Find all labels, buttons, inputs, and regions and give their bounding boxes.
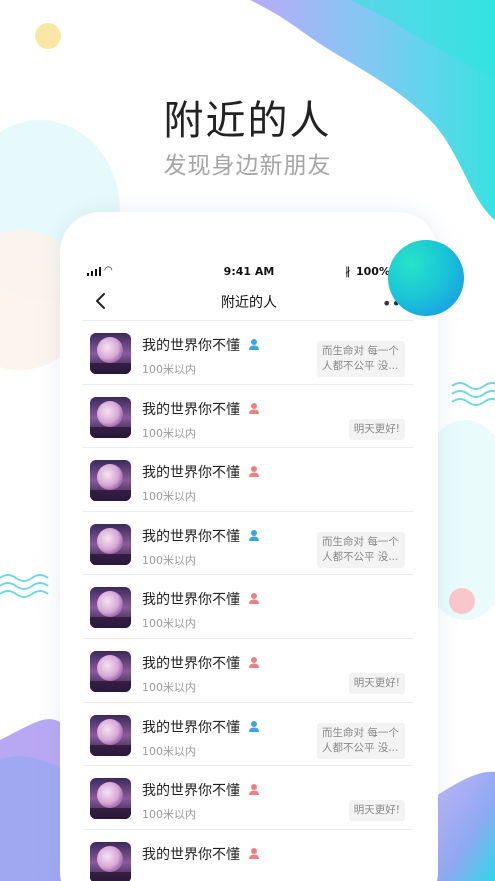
user-name: 我的世界你不懂 xyxy=(142,783,240,800)
user-name: 我的世界你不懂 xyxy=(142,465,240,482)
avatar[interactable] xyxy=(90,587,131,629)
distance-label: 100米以内 xyxy=(142,490,196,504)
avatar[interactable] xyxy=(90,841,131,881)
distance-label: 100米以内 xyxy=(142,617,196,631)
female-icon xyxy=(248,654,260,668)
battery-level: 100% xyxy=(356,265,390,278)
avatar[interactable] xyxy=(90,650,131,692)
distance-label: 100米以内 xyxy=(142,808,196,822)
phone-mockup: ◠ 9:41 AM ∦ 100% 附近的人 ••• 我的世界你不懂 100米以内而… xyxy=(60,212,438,881)
nav-bar: 附近的人 ••• xyxy=(60,288,438,318)
signature-bubble: 而生命对 每一个人都不公平 没... xyxy=(317,531,405,568)
male-icon xyxy=(248,336,260,350)
female-icon xyxy=(248,781,260,796)
user-name: 我的世界你不懂 xyxy=(142,846,240,863)
signature-bubble: 而生命对 每一个人都不公平 没... xyxy=(317,341,405,377)
promo-title: 附近的人 xyxy=(163,98,332,144)
avatar[interactable] xyxy=(90,714,131,756)
avatar[interactable] xyxy=(90,523,131,565)
user-name: 我的世界你不懂 xyxy=(142,592,240,609)
female-icon xyxy=(248,845,260,859)
list-item[interactable]: 我的世界你不懂 100米以内 明天更好! xyxy=(83,383,413,448)
status-bar: ◠ 9:41 AM ∦ 100% xyxy=(60,264,438,282)
male-icon xyxy=(248,527,260,541)
female-icon xyxy=(248,463,260,478)
list-item[interactable]: 我的世界你不懂 100米以内 而生命对 每一个人都不公平 没... xyxy=(83,320,413,384)
user-name: 我的世界你不懂 xyxy=(142,719,240,736)
promo-subtitle: 发现身边新朋友 xyxy=(163,153,332,179)
distance-label: 100米以内 xyxy=(142,680,196,694)
list-item[interactable]: 我的世界你不懂 100米以内 明天更好! xyxy=(83,637,413,702)
decorative-circle xyxy=(388,240,464,316)
avatar[interactable] xyxy=(90,333,131,374)
signature-bubble: 明天更好! xyxy=(348,800,405,822)
list-item[interactable]: 我的世界你不懂 100米以内 而生命对 每一个人都不公平 没... xyxy=(83,510,413,575)
list-item[interactable]: 我的世界你不懂 100米以内 明天更好! xyxy=(83,765,413,829)
signature-bubble: 明天更好! xyxy=(348,672,405,694)
female-icon xyxy=(248,400,260,414)
distance-label: 100米以内 xyxy=(142,553,196,567)
distance-label: 100米以内 xyxy=(142,363,196,376)
nearby-people-list: 我的世界你不懂 100米以内 而生命对 每一个人都不公平 没... 我的世界你不懂 10… xyxy=(83,320,413,881)
user-name: 我的世界你不懂 xyxy=(142,528,240,545)
avatar[interactable] xyxy=(90,460,131,502)
promo-screen: 附近的人 发现身边新朋友 ◠ 9:41 AM ∦ 100% 附近的人 ••• 我… xyxy=(0,0,495,881)
list-item[interactable]: 我的世界你不懂 100米以内 xyxy=(83,574,413,638)
signature-bubble: 明天更好! xyxy=(348,418,405,440)
user-name: 我的世界你不懂 xyxy=(142,338,240,354)
bluetooth-icon: ∦ xyxy=(345,265,351,278)
female-icon xyxy=(248,590,260,605)
signature-bubble: 而生命对 每一个人都不公平 没... xyxy=(317,722,405,759)
list-item[interactable]: 我的世界你不懂 100米以内 xyxy=(83,447,413,511)
user-name: 我的世界你不懂 xyxy=(142,401,240,418)
user-name: 我的世界你不懂 xyxy=(142,655,240,672)
list-item[interactable]: 我的世界你不懂 xyxy=(83,828,413,881)
avatar[interactable] xyxy=(90,778,131,820)
list-item[interactable]: 我的世界你不懂 100米以内 而生命对 每一个人都不公平 没... xyxy=(83,701,413,766)
distance-label: 100米以内 xyxy=(142,744,196,758)
distance-label: 100米以内 xyxy=(142,426,196,440)
male-icon xyxy=(248,718,260,732)
avatar[interactable] xyxy=(90,396,131,438)
